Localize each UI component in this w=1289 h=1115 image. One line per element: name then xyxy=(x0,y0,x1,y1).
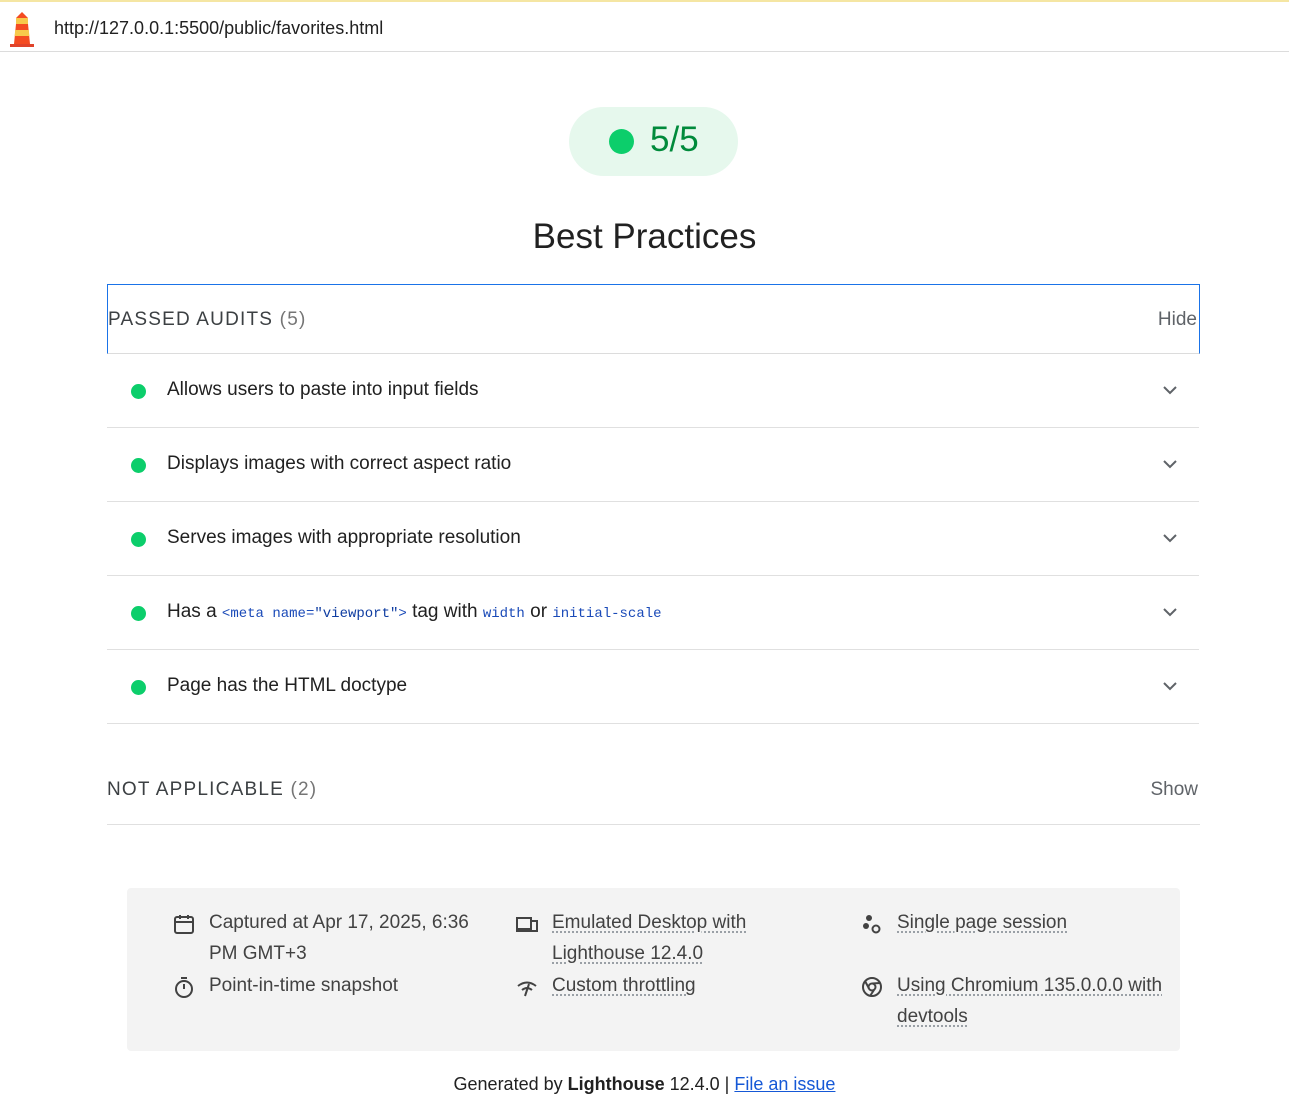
generated-by-label: Generated by xyxy=(453,1074,563,1094)
score-value: 5/5 xyxy=(650,120,699,159)
environment-info: Captured at Apr 17, 2025, 6:36 PM GMT+3 … xyxy=(127,888,1180,1051)
captured-line-2: PM GMT+3 xyxy=(209,943,307,964)
lighthouse-icon xyxy=(10,12,34,47)
devices-icon xyxy=(516,917,538,932)
passed-audits-header[interactable]: PASSED AUDITS (5) Hide xyxy=(107,284,1200,354)
emulated-line-2: Lighthouse 12.4.0 xyxy=(552,943,704,964)
code-val: "viewport" xyxy=(314,606,399,622)
snapshot-text: Point-in-time snapshot xyxy=(209,975,399,996)
chromium-line-1: Using Chromium 135.0.0.0 with xyxy=(897,975,1163,996)
code-attr: name= xyxy=(272,606,315,622)
chromium-line-2: devtools xyxy=(897,1006,968,1027)
file-issue-link[interactable]: File an issue xyxy=(734,1074,835,1094)
lighthouse-version: 12.4.0 | xyxy=(669,1074,730,1094)
not-applicable-label: NOT APPLICABLE xyxy=(107,779,284,800)
audit-title: Page has the HTML doctype xyxy=(167,675,408,696)
chevron-down-icon[interactable] xyxy=(1161,605,1179,619)
passed-audits-title: PASSED AUDITS (5) xyxy=(108,309,307,331)
pass-dot-icon xyxy=(131,532,146,547)
emulated-text[interactable]: Emulated Desktop with Lighthouse 12.4.0 xyxy=(552,907,746,969)
hide-toggle[interactable]: Hide xyxy=(1158,309,1197,331)
session-icon xyxy=(863,915,881,934)
chevron-down-icon[interactable] xyxy=(1161,457,1179,471)
audit-title: Allows users to paste into input fields xyxy=(167,379,479,400)
pass-dot-icon xyxy=(131,384,146,399)
chevron-down-icon[interactable] xyxy=(1161,383,1179,397)
calendar-icon xyxy=(174,915,194,934)
audit-title-prefix: Has a xyxy=(167,601,217,622)
not-applicable-count: (2) xyxy=(290,779,318,800)
not-applicable-title: NOT APPLICABLE (2) xyxy=(107,779,317,801)
pass-dot-icon xyxy=(131,606,146,621)
emulated-line-1: Emulated Desktop with xyxy=(552,912,747,933)
audit-row[interactable]: Allows users to paste into input fields xyxy=(107,355,1199,428)
chevron-down-icon[interactable] xyxy=(1161,679,1179,693)
network-throttle-icon xyxy=(517,981,537,997)
category-title: Best Practices xyxy=(532,217,757,256)
audit-row[interactable]: Has a <meta name="viewport"> tag with wi… xyxy=(107,577,1199,650)
pass-dot-icon xyxy=(131,680,146,695)
code-meta-viewport: <meta name="viewport"> xyxy=(222,606,407,622)
throttling-text[interactable]: Custom throttling xyxy=(552,970,696,1001)
session-text[interactable]: Single page session xyxy=(897,907,1067,938)
score-badge: 5/5 xyxy=(569,107,738,176)
pass-dot-icon xyxy=(131,458,146,473)
score-status-dot xyxy=(609,129,634,154)
chromium-text[interactable]: Using Chromium 135.0.0.0 with devtools xyxy=(897,970,1162,1032)
url-bar: http://127.0.0.1:5500/public/favorites.h… xyxy=(0,0,1289,52)
chrome-icon xyxy=(862,977,882,997)
passed-audits-count: (5) xyxy=(279,309,307,330)
show-toggle[interactable]: Show xyxy=(1150,779,1198,801)
passed-audits-label: PASSED AUDITS xyxy=(108,309,274,330)
audit-row[interactable]: Page has the HTML doctype xyxy=(107,651,1199,724)
captured-line-1: Captured at Apr 17, 2025, 6:36 xyxy=(209,912,469,933)
audit-title-mid: tag with xyxy=(412,601,478,622)
code-initial-scale: initial-scale xyxy=(552,606,662,622)
code-tag-open: <meta xyxy=(221,606,264,622)
audit-row[interactable]: Displays images with correct aspect rati… xyxy=(107,429,1199,502)
report-footer: Generated by Lighthouse 12.4.0 | File an… xyxy=(0,1074,1289,1095)
stopwatch-icon xyxy=(175,977,193,998)
page-url[interactable]: http://127.0.0.1:5500/public/favorites.h… xyxy=(54,18,383,39)
not-applicable-header[interactable]: NOT APPLICABLE (2) Show xyxy=(107,755,1200,825)
audit-title: Displays images with correct aspect rati… xyxy=(167,453,512,474)
chevron-down-icon[interactable] xyxy=(1161,531,1179,545)
code-width: width xyxy=(482,606,525,622)
code-tag-close: > xyxy=(398,606,407,622)
audit-row[interactable]: Serves images with appropriate resolutio… xyxy=(107,503,1199,576)
lighthouse-product-name: Lighthouse xyxy=(567,1074,665,1094)
captured-at-text: Captured at Apr 17, 2025, 6:36 PM GMT+3 xyxy=(209,907,469,969)
audit-title: Serves images with appropriate resolutio… xyxy=(167,527,521,548)
audit-title: Has a <meta name="viewport"> tag with wi… xyxy=(167,601,662,623)
audit-title-or: or xyxy=(530,601,548,622)
